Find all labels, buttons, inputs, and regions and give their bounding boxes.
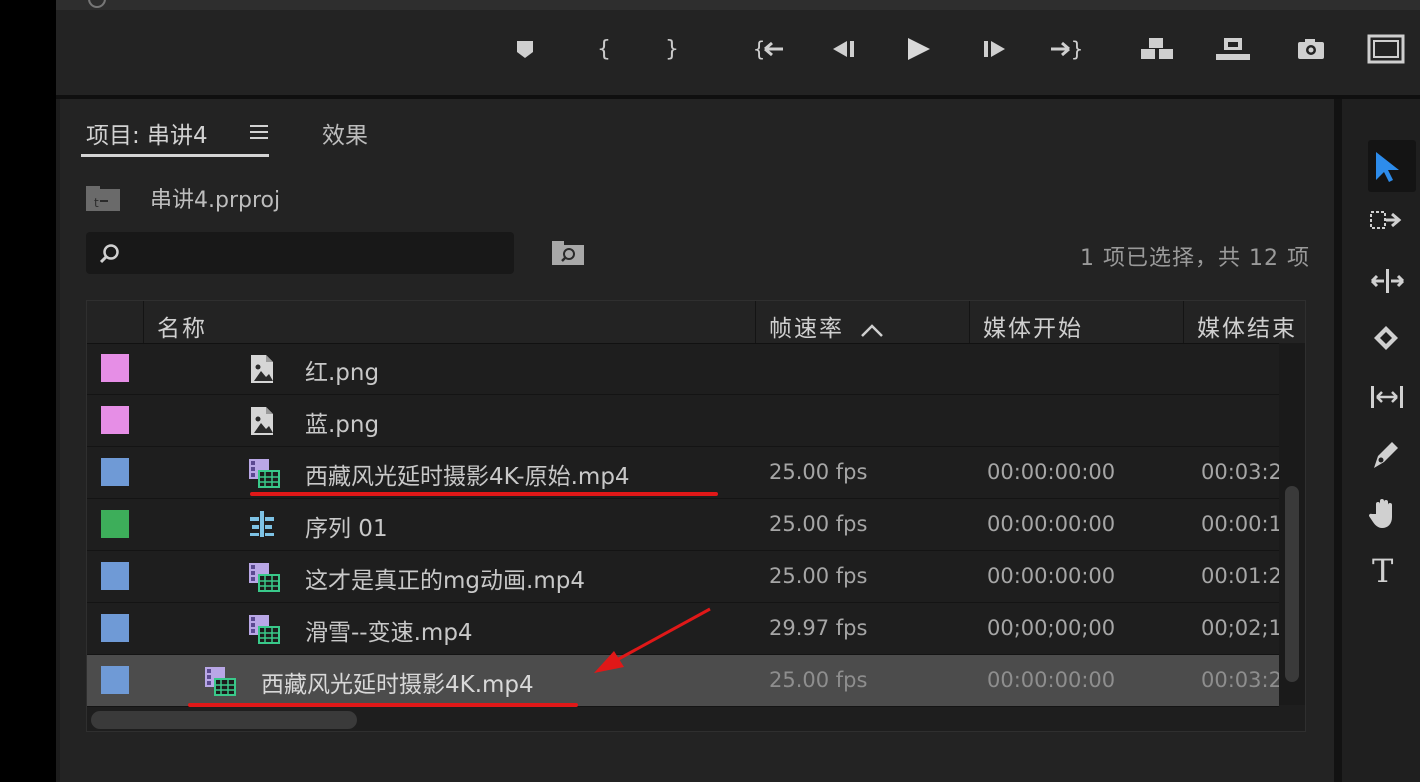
table-row[interactable]: 序列 01 25.00 fps 00:00:00:00 00:00:1 — [87, 499, 1282, 551]
cell-frame-rate: 25.00 fps — [769, 460, 868, 484]
selection-status: 1 项已选择，共 12 项 — [1080, 246, 1310, 271]
step-back-icon[interactable] — [828, 34, 858, 64]
new-search-bin-icon[interactable] — [552, 241, 584, 271]
step-forward-icon[interactable] — [980, 34, 1010, 64]
item-name[interactable]: 这才是真正的mg动画.mp4 — [305, 561, 585, 595]
type-tool-glyph: T — [1372, 552, 1394, 590]
slip-tool-icon[interactable] — [1368, 374, 1416, 420]
item-name[interactable]: 红.png — [305, 353, 379, 387]
svg-text:{: { — [753, 37, 765, 61]
label-color-swatch[interactable] — [101, 666, 129, 694]
video-file-icon — [247, 457, 281, 489]
label-color-swatch[interactable] — [101, 562, 129, 590]
column-divider[interactable] — [755, 301, 756, 343]
annotation-underline — [188, 703, 578, 707]
cell-media-start: 00:00:00:00 — [987, 564, 1116, 588]
cell-media-start: 00:00:00:00 — [987, 668, 1116, 692]
video-file-icon — [203, 665, 237, 697]
cell-media-start: 00:00:00:00 — [987, 460, 1116, 484]
type-tool-icon[interactable]: T — [1368, 548, 1416, 594]
playhead-scrubber[interactable] — [56, 0, 1420, 10]
ripple-edit-tool-icon[interactable] — [1368, 258, 1416, 304]
annotation-underline — [250, 492, 718, 496]
pen-tool-icon[interactable] — [1368, 432, 1416, 478]
table-header: 名称 帧速率 媒体开始 媒体结束 — [87, 301, 1305, 344]
cell-media-end: 00:01:2 — [1201, 564, 1282, 588]
overwrite-icon[interactable] — [1214, 34, 1254, 64]
cell-frame-rate: 29.97 fps — [769, 616, 868, 640]
column-header-frame-rate-label: 帧速率 — [769, 316, 844, 342]
annotation-arrow — [594, 607, 711, 673]
video-file-icon — [247, 561, 281, 593]
cell-media-end: 00:03:2 — [1201, 668, 1282, 692]
table-row[interactable]: 红.png — [87, 343, 1279, 395]
vertical-scrollbar-thumb[interactable] — [1285, 486, 1299, 682]
label-color-swatch[interactable] — [101, 406, 129, 434]
export-frame-icon[interactable] — [1294, 34, 1328, 64]
play-icon[interactable] — [902, 34, 934, 64]
tab-effects[interactable]: 效果 — [322, 116, 368, 150]
item-name[interactable]: 序列 01 — [305, 509, 388, 543]
column-divider[interactable] — [1183, 301, 1184, 343]
cell-frame-rate: 25.00 fps — [769, 564, 868, 588]
horizontal-scrollbar-thumb[interactable] — [91, 711, 357, 729]
tab-project[interactable]: 项目: 串讲4 — [86, 116, 208, 150]
mark-out-icon[interactable]: } — [660, 34, 684, 64]
sort-ascending-icon — [861, 323, 884, 337]
table-row[interactable]: 蓝.png — [87, 395, 1279, 447]
cell-media-end: 00:03:2 — [1201, 460, 1282, 484]
item-name[interactable]: 西藏风光延时摄影4K.mp4 — [261, 665, 534, 699]
sequence-icon — [247, 509, 281, 541]
safe-margins-icon[interactable] — [1366, 34, 1406, 64]
go-to-in-icon[interactable]: { — [752, 34, 788, 64]
item-name[interactable]: 西藏风光延时摄影4K-原始.mp4 — [305, 457, 630, 491]
left-edge — [0, 0, 56, 782]
go-to-out-icon[interactable]: } — [1048, 34, 1086, 64]
project-file-name: 串讲4.prproj — [150, 188, 281, 213]
cell-media-start: 00;00;00;00 — [987, 616, 1116, 640]
hand-tool-icon[interactable] — [1368, 490, 1416, 536]
panel-separator[interactable] — [1334, 99, 1342, 782]
column-divider[interactable] — [969, 301, 970, 343]
table-row[interactable]: 这才是真正的mg动画.mp4 25.00 fps 00:00:00:00 00:01:… — [87, 551, 1282, 603]
insert-icon[interactable] — [1138, 34, 1182, 64]
cell-media-start: 00:00:00:00 — [987, 512, 1116, 536]
mark-in-icon[interactable]: { — [592, 34, 616, 64]
label-color-swatch[interactable] — [101, 458, 129, 486]
item-name[interactable]: 蓝.png — [305, 405, 379, 439]
razor-tool-icon[interactable] — [1368, 316, 1416, 362]
column-header-media-start[interactable]: 媒体开始 — [983, 309, 1083, 343]
cell-frame-rate: 25.00 fps — [769, 512, 868, 536]
video-file-icon — [247, 613, 281, 645]
column-divider — [143, 301, 144, 343]
selection-tool-icon[interactable] — [1368, 140, 1416, 192]
label-color-swatch[interactable] — [101, 510, 129, 538]
svg-text:}: } — [1071, 37, 1083, 61]
add-marker-icon[interactable] — [512, 34, 538, 64]
label-color-swatch[interactable] — [101, 614, 129, 642]
column-header-name[interactable]: 名称 — [157, 309, 207, 343]
item-name[interactable]: 滑雪--变速.mp4 — [305, 613, 473, 647]
column-header-media-end[interactable]: 媒体结束 — [1197, 309, 1297, 343]
column-header-frame-rate[interactable]: 帧速率 — [769, 309, 885, 343]
search-icon — [98, 242, 122, 270]
panel-menu-icon[interactable] — [250, 122, 270, 147]
label-color-swatch[interactable] — [101, 354, 129, 382]
project-folder-icon: t — [86, 186, 120, 211]
svg-text:t: t — [94, 196, 99, 210]
track-select-tool-icon[interactable] — [1368, 198, 1416, 244]
cell-media-end: 00;02;1 — [1201, 616, 1282, 640]
cell-media-end: 00:00:1 — [1201, 512, 1282, 536]
search-input[interactable] — [86, 232, 514, 274]
active-tab-indicator — [81, 154, 269, 157]
image-file-icon — [247, 405, 281, 437]
cell-frame-rate: 25.00 fps — [769, 668, 868, 692]
image-file-icon — [247, 353, 281, 385]
